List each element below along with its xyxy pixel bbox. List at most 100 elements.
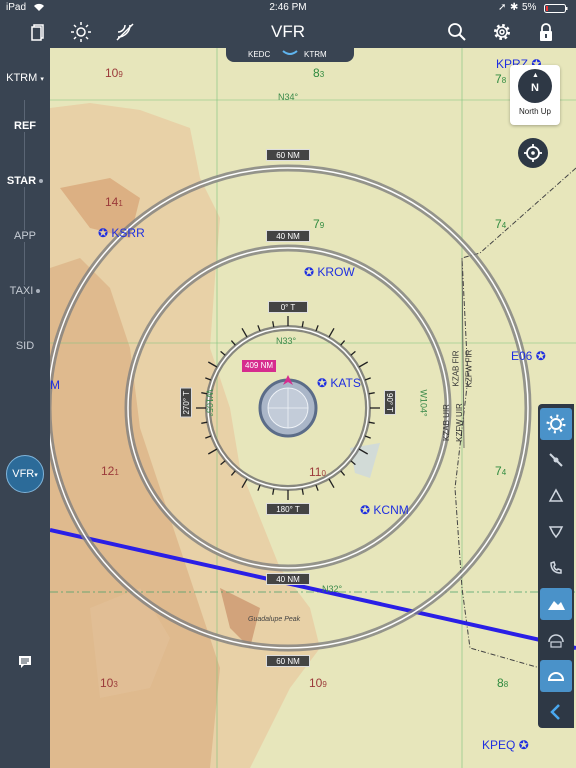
layer-speed-button[interactable] (540, 624, 572, 656)
airport-icon: ✪ (304, 265, 315, 279)
compass-tick (340, 470, 346, 476)
compass-tick (350, 350, 356, 356)
bearing-label-north: 0° T (268, 301, 308, 313)
north-arrow-icon: ▲ (532, 72, 539, 79)
phone-icon (550, 561, 562, 574)
bluetooth-icon: ✱ (510, 2, 519, 13)
map-canvas[interactable]: N34° N33° N32° W104° W105° KZAB FIR KZFW… (50, 48, 576, 768)
location-icon: ➚ (498, 2, 507, 13)
compass-tick (358, 361, 369, 368)
longitude-label-w104: W104° (418, 389, 429, 417)
fir-label-zab: KZAB FIR (451, 350, 461, 387)
latitude-label-n33: N33° (276, 336, 297, 346)
dropdown-arrow-icon: ▾ (40, 76, 44, 83)
map-terrain (50, 48, 576, 768)
bearing-label-east: 90° T (384, 390, 396, 416)
route-arc-icon (282, 48, 298, 60)
layer-navaids-button[interactable] (540, 444, 572, 476)
lock-icon[interactable] (535, 21, 557, 43)
airport-layer-icon (546, 414, 566, 434)
layer-weather-button[interactable] (540, 660, 572, 692)
compass-tick (301, 321, 304, 328)
mef-number: 74 (495, 217, 507, 231)
speed-icon (548, 634, 564, 648)
crosshair-icon (524, 144, 542, 162)
north-up-label: North Up (518, 107, 551, 116)
compass-tick (328, 327, 335, 338)
airport-icon: ✪ (360, 503, 371, 517)
search-icon[interactable] (446, 21, 468, 43)
layer-airports-button[interactable] (540, 408, 572, 440)
mef-number: 110 (309, 465, 326, 479)
compass-icon: ▲ N (518, 69, 552, 103)
layers-panel (538, 404, 574, 728)
longitude-label-w105: W105° (204, 389, 215, 417)
airport-ksrr[interactable]: ✪ KSRR (98, 226, 145, 240)
mef-number: 109 (309, 676, 327, 690)
mef-number: 141 (105, 195, 123, 209)
layer-comms-button[interactable] (540, 552, 572, 584)
route-banner[interactable]: KEDC KTRM (226, 48, 354, 62)
mef-number: 88 (497, 676, 509, 690)
mef-number: 78 (495, 72, 507, 86)
compass-tick (368, 392, 375, 395)
north-up-button[interactable]: ▲ N North Up (510, 65, 560, 125)
battery-icon (544, 4, 568, 16)
compass-tick (257, 484, 261, 491)
partial-label: M (50, 378, 60, 392)
layer-heliports-button[interactable] (540, 516, 572, 548)
sidebar-item-sid[interactable]: SID (0, 340, 50, 352)
uir-label-zab: KZAB UIR (441, 404, 451, 441)
route-origin: KEDC (248, 50, 271, 59)
dropdown-arrow-icon: ▾ (34, 472, 38, 479)
battery-percent: 5% (522, 2, 537, 13)
compass-tick (272, 488, 275, 495)
map-title[interactable]: VFR (0, 22, 576, 42)
sidebar-divider (24, 100, 25, 350)
compass-tick (364, 435, 371, 439)
navaid-icon (549, 453, 563, 467)
peak-label: Guadalupe Peak (248, 616, 301, 623)
locate-button[interactable] (518, 138, 548, 168)
sidebar-item-ref[interactable]: REF (0, 120, 50, 132)
airport-krow[interactable]: ✪ KROW (304, 265, 355, 279)
airport-e06[interactable]: E06 ✪ (511, 349, 546, 363)
airport-kpeq[interactable]: KPEQ ✪ (482, 738, 529, 752)
layer-waypoints-button[interactable] (540, 480, 572, 512)
latitude-label-n34: N34° (278, 92, 299, 102)
dot-icon (36, 289, 41, 294)
airport-kcnm[interactable]: ✪ KCNM (360, 503, 409, 517)
mef-number: 79 (313, 217, 325, 231)
vor-icon (548, 526, 564, 539)
layer-terrain-button[interactable] (540, 588, 572, 620)
chevron-left-icon (550, 704, 560, 720)
uir-label-zfw: KZFW UIR (454, 403, 464, 442)
compass-tick (328, 478, 335, 489)
compass-tick (241, 327, 248, 338)
airport-icon: ✪ (317, 376, 328, 390)
compass-tick (220, 350, 226, 356)
ring-label-60nm: 60 NM (266, 149, 310, 161)
airport-icon: ✪ (98, 226, 109, 240)
latitude-label-n32: N32° (322, 584, 343, 594)
terrain-icon (548, 601, 565, 610)
dot-icon (39, 179, 44, 184)
compass-tick (315, 484, 319, 491)
sidebar-item-taxi[interactable]: TAXI (0, 285, 50, 297)
distance-tag: 409 NM (242, 360, 277, 372)
mef-number: 83 (313, 66, 325, 80)
sidebar-item-app[interactable]: APP (0, 230, 50, 242)
sidebar-item-star[interactable]: STAR (0, 175, 50, 187)
airport-selector[interactable]: KTRM ▾ (0, 72, 50, 84)
compass-tick (301, 488, 304, 495)
notepad-icon[interactable] (18, 655, 32, 669)
map-mode-button[interactable]: VFR▾ (6, 455, 44, 493)
airport-kats[interactable]: ✪ KATS (317, 376, 361, 390)
bearing-label-west: 270° T (180, 388, 192, 418)
collapse-panel-button[interactable] (540, 696, 572, 728)
compass-tick (257, 325, 261, 332)
triangle-icon (548, 488, 564, 502)
settings-icon[interactable] (491, 21, 513, 43)
mef-number: 121 (101, 464, 119, 478)
status-bar: iPad 2:46 PM ➚ ✱ 5% (0, 0, 576, 16)
